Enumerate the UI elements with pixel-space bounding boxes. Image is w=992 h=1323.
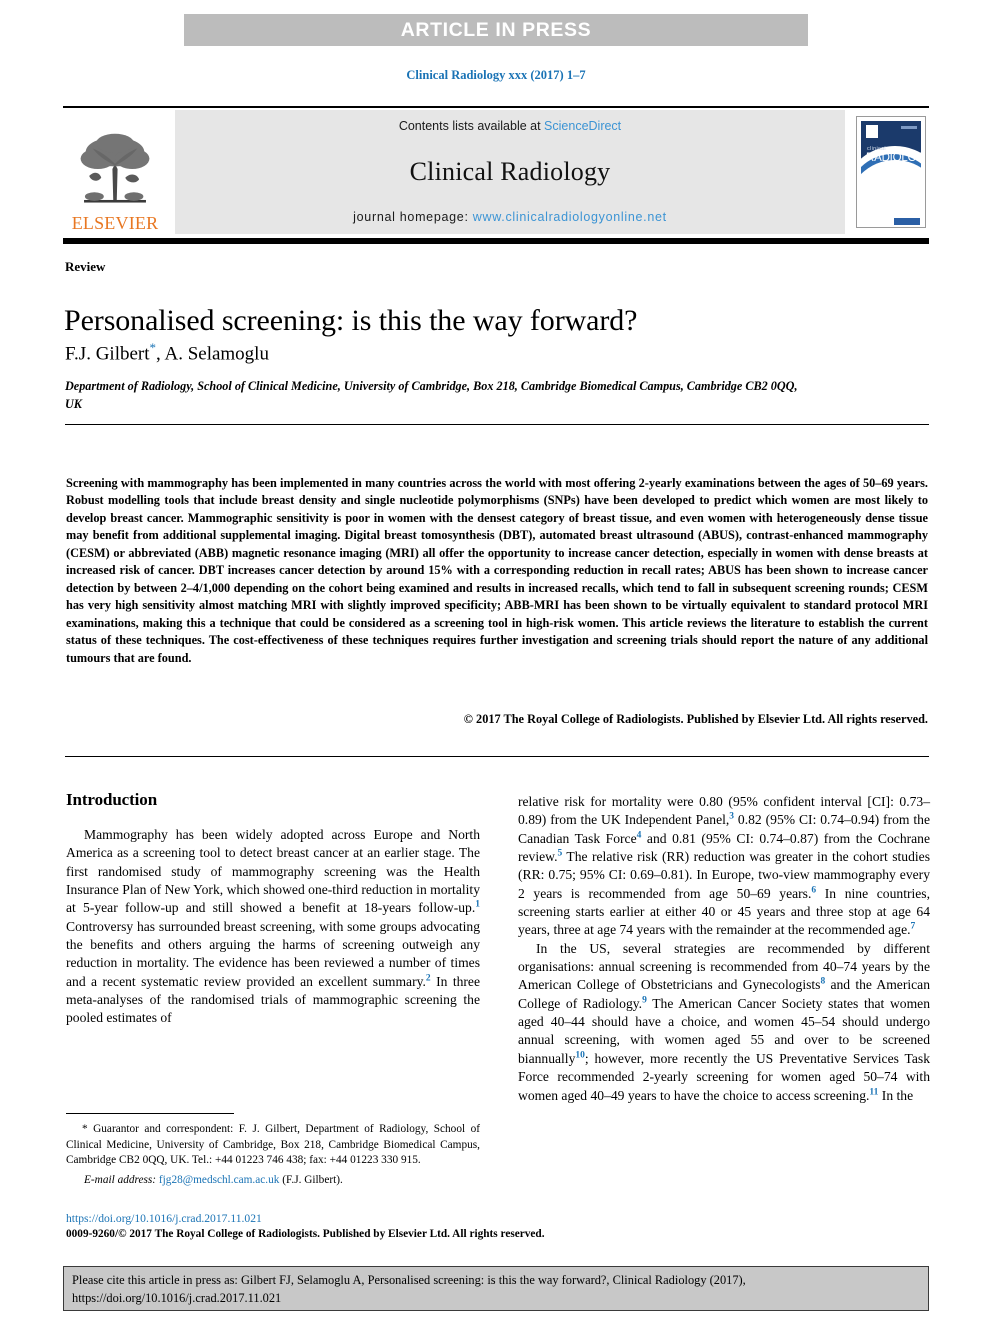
article-in-press-label: ARTICLE IN PRESS <box>400 18 592 41</box>
footnote-email-link[interactable]: fjg28@medschl.cam.ac.uk <box>159 1174 280 1186</box>
journal-reference-line: Clinical Radiology xxx (2017) 1–7 <box>406 68 586 82</box>
masthead-center-panel: Contents lists available at ScienceDirec… <box>175 110 845 234</box>
contents-lists-line: Contents lists available at ScienceDirec… <box>399 119 621 133</box>
footnote-correspondence-text: Guarantor and correspondent: F. J. Gilbe… <box>66 1123 480 1167</box>
paragraph-intro-1-part-a: Mammography has been widely adopted acro… <box>66 827 480 916</box>
cite-this-article-box: Please cite this article in press as: Gi… <box>63 1266 929 1311</box>
footnote-email-label: E-mail address: <box>84 1173 157 1186</box>
body-column-left: Introduction Mammography has been widely… <box>66 790 480 1028</box>
cover-curve-white-inner <box>861 160 921 216</box>
journal-homepage-line: journal homepage: www.clinicalradiologyo… <box>353 210 667 224</box>
footnote-divider <box>66 1113 234 1114</box>
author-first: F.J. Gilbert <box>65 343 150 365</box>
citation-ref-1[interactable]: 1 <box>475 900 480 910</box>
article-type-kicker: Review <box>65 259 106 274</box>
paragraph-intro-2: In the US, several strategies are recomm… <box>518 940 930 1105</box>
masthead-rule-bottom <box>63 238 929 244</box>
citation-ref-10[interactable]: 10 <box>575 1050 585 1061</box>
citation-ref-7[interactable]: 7 <box>911 922 916 932</box>
abstract-text: Screening with mammography has been impl… <box>66 476 928 665</box>
journal-homepage-url[interactable]: www.clinicalradiologyonline.net <box>473 210 667 224</box>
author-affiliation: Department of Radiology, School of Clini… <box>65 379 798 411</box>
journal-title: Clinical Radiology <box>409 156 611 186</box>
journal-cover: clinical RADIOLOGY <box>856 116 926 228</box>
abstract-copyright: © 2017 The Royal College of Radiologists… <box>463 712 928 726</box>
journal-cover-art: clinical RADIOLOGY <box>861 121 921 216</box>
issn-copyright-line: 0009-9260/© 2017 The Royal College of Ra… <box>66 1228 545 1240</box>
elsevier-wordmark: ELSEVIER <box>71 213 159 233</box>
elsevier-tree-icon <box>80 133 150 203</box>
masthead-rule-top <box>63 106 929 108</box>
article-in-press-banner: ARTICLE IN PRESS <box>184 14 808 46</box>
doi-link[interactable]: https://doi.org/10.1016/j.crad.2017.11.0… <box>66 1212 262 1225</box>
cover-elsevier-mark-icon <box>866 125 878 138</box>
journal-cover-thumbnail: clinical RADIOLOGY <box>853 110 929 234</box>
footnote-email-suffix: (F.J. Gilbert). <box>279 1173 343 1186</box>
footnote-block: * Guarantor and correspondent: F. J. Gil… <box>66 1122 480 1188</box>
paragraph-intro-1-part-b: Controversy has surrounded breast screen… <box>66 918 480 989</box>
divider-above-abstract <box>65 424 929 425</box>
author-list: F.J. Gilbert*, A. Selamoglu <box>65 340 269 365</box>
sciencedirect-link[interactable]: ScienceDirect <box>544 119 621 133</box>
journal-homepage-prefix: journal homepage: <box>353 210 473 224</box>
paragraph-intro-1: Mammography has been widely adopted acro… <box>66 826 480 1028</box>
body-column-right: relative risk for mortality were 0.80 (9… <box>518 793 930 1105</box>
divider-below-abstract <box>65 756 929 757</box>
author-rest: , A. Selamoglu <box>156 343 269 365</box>
journal-masthead: ELSEVIER Contents lists available at Sci… <box>63 110 929 234</box>
cover-topright-bar <box>901 126 917 129</box>
cite-this-article-text: Please cite this article in press as: Gi… <box>72 1273 746 1305</box>
contents-lists-prefix: Contents lists available at <box>398 119 545 133</box>
footnote-email-row: E-mail address: fjg28@medschl.cam.ac.uk … <box>66 1173 480 1189</box>
section-heading-introduction: Introduction <box>66 790 158 809</box>
footnote-correspondence: * Guarantor and correspondent: F. J. Gil… <box>66 1122 480 1169</box>
cover-badge-icon <box>894 218 920 225</box>
elsevier-logo: ELSEVIER <box>63 110 167 234</box>
cover-title-large: RADIOLOGY <box>866 152 921 164</box>
page-title: Personalised screening: is this the way … <box>64 304 638 338</box>
paragraph-r2-part-e: In the <box>878 1087 914 1103</box>
paragraph-intro-1-continued: relative risk for mortality were 0.80 (9… <box>518 793 930 940</box>
